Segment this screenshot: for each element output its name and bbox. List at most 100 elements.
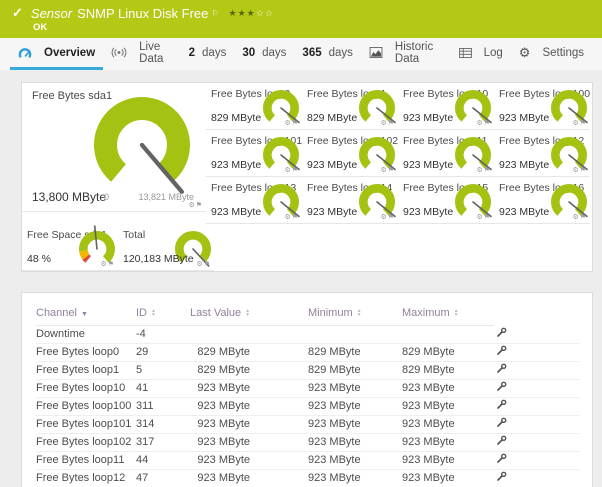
gauge-settings-icon[interactable]: ⚙	[196, 261, 203, 268]
tab-30-days[interactable]: 30 days	[234, 38, 294, 70]
gauge-settings-icon[interactable]: ⚙	[476, 120, 483, 127]
small-gauge-cell: Free Bytes loop1 829 MByte ⚙⚑	[302, 83, 398, 130]
channel-settings-wrench-icon[interactable]	[496, 417, 507, 428]
tab-365-days[interactable]: 365 days	[294, 38, 360, 70]
gauge-value: 829 MByte	[211, 112, 262, 124]
gauge-settings-icon[interactable]: ⚙	[100, 261, 107, 268]
priority-flag-icon[interactable]: ⚐	[211, 9, 218, 18]
tab-label-number: 30	[242, 46, 256, 59]
tab-log[interactable]: Log	[451, 38, 511, 70]
channel-settings-wrench-icon[interactable]	[496, 363, 507, 374]
cell-maximum: 829 MByte	[402, 343, 494, 362]
gauge-icon	[18, 47, 32, 59]
status-badge: OK	[33, 22, 48, 33]
tab-label: Historic Data	[394, 40, 434, 65]
tab-live-data[interactable]: Live Data	[103, 38, 180, 70]
gauge-pin-icon[interactable]: ⚑	[292, 120, 299, 127]
tab-label: days	[262, 46, 287, 59]
gauge-pin-icon[interactable]: ⚑	[292, 214, 299, 221]
main-gauge-dial	[94, 97, 190, 194]
column-header[interactable]: Last Value▼▲▼	[190, 301, 308, 326]
cell-maximum: 923 MByte	[402, 415, 494, 434]
cell-channel: Free Bytes loop101	[36, 415, 136, 434]
cell-id: 311	[136, 397, 190, 416]
gauge-pin-icon[interactable]: ⚑	[484, 214, 491, 221]
channel-settings-wrench-icon[interactable]	[496, 327, 507, 338]
tab-bar: Overview Live Data 2 days 30 days 365 da…	[0, 38, 602, 70]
gauge-value: 923 MByte	[403, 159, 454, 171]
cell-minimum: 923 MByte	[308, 415, 402, 434]
gauge-pin-icon[interactable]: ⚑	[580, 214, 587, 221]
gauge-settings-icon[interactable]: ⚙	[284, 214, 291, 221]
gauge-settings-icon[interactable]: ⚙	[188, 202, 195, 209]
small-gauge-cell: Free Bytes loop101 923 MByte ⚙⚑	[206, 130, 302, 177]
cell-id: 47	[136, 469, 190, 487]
channel-settings-wrench-icon[interactable]	[496, 345, 507, 356]
gauge-pin-icon[interactable]: ⚑	[292, 167, 299, 174]
gauge-settings-icon[interactable]: ⚙	[572, 167, 579, 174]
tab-2-days[interactable]: 2 days	[181, 38, 235, 70]
cell-channel: Free Bytes loop11	[36, 451, 136, 470]
gear-icon: ⚙	[518, 45, 531, 60]
gauge-pin-icon[interactable]: ⚑	[108, 261, 115, 268]
cell-id: 5	[136, 361, 190, 380]
gauge-settings-icon[interactable]: ⚙	[380, 120, 387, 127]
cell-minimum: 829 MByte	[308, 343, 402, 362]
tab-overview[interactable]: Overview	[10, 38, 104, 70]
gauge-settings-icon[interactable]: ⚙	[572, 214, 579, 221]
tab-settings[interactable]: ⚙ Settings	[511, 38, 592, 70]
gauge-value: 923 MByte	[307, 159, 358, 171]
gauge-value: 923 MByte	[403, 206, 454, 218]
cell-last-value: 923 MByte	[190, 415, 308, 434]
gauge-settings-icon[interactable]: ⚙	[380, 214, 387, 221]
cell-channel: Free Bytes loop10	[36, 379, 136, 398]
tab-historic-data[interactable]: Historic Data	[361, 38, 451, 70]
column-header[interactable]: ID▼▲▼	[136, 301, 190, 326]
gauge-value: 13,800 MByte	[32, 190, 107, 204]
gauge-pin-icon[interactable]: ⚑	[196, 202, 203, 209]
gauge-pin-icon[interactable]: ⚑	[388, 120, 395, 127]
table-row: Free Bytes loop11 44 923 MByte 923 MByte…	[36, 451, 580, 470]
main-gauge-cell: Free Bytes sda1 13,800 MByte 0 13,821 MB…	[22, 83, 206, 212]
gauge-pin-icon[interactable]: ⚑	[580, 167, 587, 174]
gauge-settings-icon[interactable]: ⚙	[476, 214, 483, 221]
gauge-settings-icon[interactable]: ⚙	[380, 167, 387, 174]
small-gauge-cell: Free Space sda1 48 % ⚙⚑	[22, 224, 118, 271]
channel-settings-wrench-icon[interactable]	[496, 471, 507, 482]
cell-last-value: 923 MByte	[190, 397, 308, 416]
table-row: Free Bytes loop12 47 923 MByte 923 MByte…	[36, 469, 580, 487]
gauge-value: 923 MByte	[499, 112, 550, 124]
column-header[interactable]: Minimum▼▲▼	[308, 301, 402, 326]
sort-toggle-icon: ▲ ▼	[453, 307, 459, 318]
cell-minimum: 829 MByte	[308, 361, 402, 380]
cell-last-value: 829 MByte	[190, 343, 308, 362]
gauge-pin-icon[interactable]: ⚑	[484, 167, 491, 174]
gauge-pin-icon[interactable]: ⚑	[204, 261, 211, 268]
channel-settings-wrench-icon[interactable]	[496, 399, 507, 410]
table-row: Free Bytes loop102 317 923 MByte 923 MBy…	[36, 433, 580, 452]
overview-gauges-panel: Free Bytes sda1 13,800 MByte 0 13,821 MB…	[21, 82, 593, 272]
gauge-pin-icon[interactable]: ⚑	[580, 120, 587, 127]
cell-channel: Free Bytes loop100	[36, 397, 136, 416]
channel-settings-wrench-icon[interactable]	[496, 381, 507, 392]
small-gauge-cell: Free Bytes loop16 923 MByte ⚙⚑	[494, 177, 590, 224]
channel-settings-wrench-icon[interactable]	[496, 453, 507, 464]
gauge-settings-icon[interactable]: ⚙	[572, 120, 579, 127]
sensor-header-bar: ✓ Sensor SNMP Linux Disk Free ⚐ ★★★☆☆ OK	[0, 0, 602, 38]
gauge-value: 923 MByte	[499, 206, 550, 218]
priority-stars[interactable]: ★★★☆☆	[229, 8, 274, 19]
gauge-settings-icon[interactable]: ⚙	[284, 167, 291, 174]
column-header[interactable]: Maximum▼▲▼	[402, 301, 494, 326]
gauge-value: 48 %	[27, 253, 51, 265]
gauge-pin-icon[interactable]: ⚑	[484, 120, 491, 127]
gauge-settings-icon[interactable]: ⚙	[284, 120, 291, 127]
sort-desc-icon: ▼	[80, 310, 88, 318]
column-header[interactable]: Channel▼▲▼	[36, 301, 136, 326]
gauge-pin-icon[interactable]: ⚑	[388, 214, 395, 221]
channel-settings-wrench-icon[interactable]	[496, 435, 507, 446]
gauge-pin-icon[interactable]: ⚑	[388, 167, 395, 174]
gauge-settings-icon[interactable]: ⚙	[476, 167, 483, 174]
gauge-value: 923 MByte	[211, 206, 262, 218]
sort-toggle-icon: ▲ ▼	[151, 307, 156, 318]
cell-minimum	[308, 325, 402, 344]
